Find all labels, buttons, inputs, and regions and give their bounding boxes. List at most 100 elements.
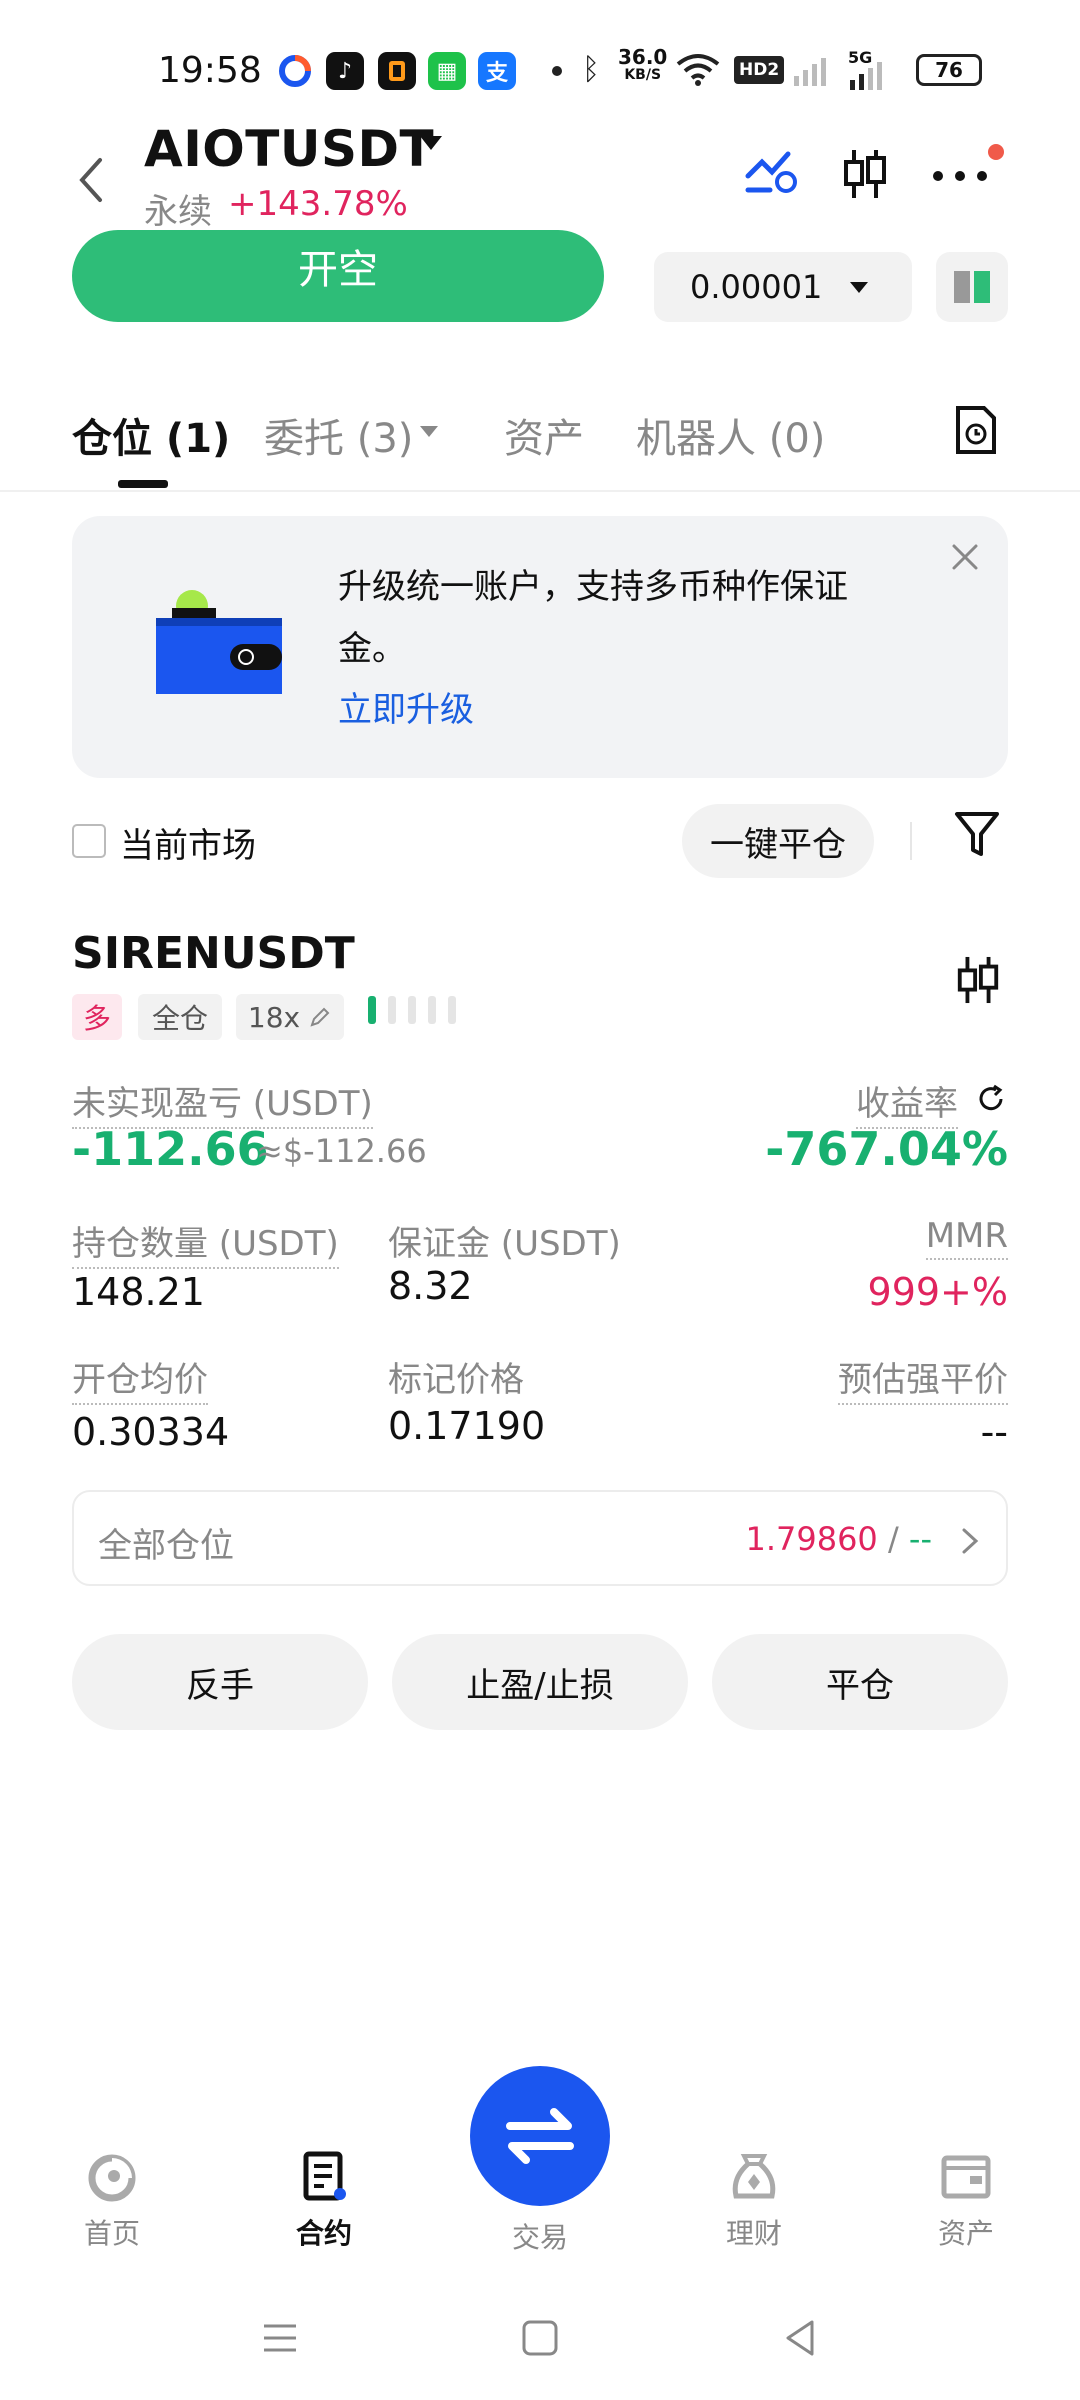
alipay-icon: 支 bbox=[478, 52, 516, 90]
filter-icon[interactable] bbox=[954, 810, 1000, 864]
contract-icon bbox=[303, 2151, 346, 2201]
all-positions-long: 1.79860 bbox=[745, 1520, 878, 1558]
margin-mode-badge: 全仓 bbox=[138, 994, 222, 1040]
price-step-caret-icon bbox=[850, 282, 868, 293]
edit-icon bbox=[310, 1007, 330, 1027]
layout-icon bbox=[954, 271, 990, 303]
leverage-badge[interactable]: 18x bbox=[236, 994, 344, 1040]
price-change: +143.78% bbox=[228, 184, 408, 224]
wallet-illustration-icon bbox=[154, 588, 284, 702]
mark-price-label: 标记价格 bbox=[388, 1360, 524, 1400]
finance-icon bbox=[732, 2154, 776, 2199]
chart-alert-icon[interactable] bbox=[744, 146, 800, 200]
all-positions-values: 1.79860 / -- bbox=[745, 1520, 932, 1558]
price-step-select[interactable]: 0.00001 bbox=[654, 252, 912, 322]
menu-icon[interactable] bbox=[258, 2316, 302, 2360]
upgrade-now-link[interactable]: 立即升级 bbox=[338, 682, 474, 731]
history-icon[interactable] bbox=[954, 404, 998, 460]
nav-finance-label: 理财 bbox=[725, 2217, 782, 2250]
back-triangle-icon[interactable] bbox=[778, 2316, 822, 2360]
tabs-divider bbox=[0, 490, 1080, 492]
swap-icon bbox=[506, 2108, 574, 2164]
refresh-icon[interactable] bbox=[974, 1082, 1008, 1120]
liquidation-price-label[interactable]: 预估强平价 bbox=[838, 1352, 1008, 1405]
hd-badge: HD2 bbox=[734, 56, 785, 84]
mark-price-value: 0.17190 bbox=[388, 1404, 546, 1448]
chevron-right-icon[interactable] bbox=[958, 1526, 982, 1556]
nav-trade[interactable]: 交易 bbox=[480, 2210, 600, 2256]
filter-divider bbox=[910, 822, 912, 860]
tab-orders-caret-icon[interactable] bbox=[420, 426, 438, 437]
current-market-label[interactable]: 当前市场 bbox=[120, 818, 256, 867]
nav-assets-label: 资产 bbox=[937, 2217, 994, 2250]
back-icon[interactable] bbox=[70, 150, 114, 210]
nav-assets[interactable]: 资产 bbox=[906, 2150, 1026, 2252]
entry-price-label[interactable]: 开仓均价 bbox=[72, 1352, 208, 1405]
price-step-value: 0.00001 bbox=[690, 268, 823, 306]
adl-bar-3 bbox=[408, 996, 416, 1024]
tab-bots[interactable]: 机器人 (0) bbox=[636, 406, 825, 464]
signal-icon-1 bbox=[792, 52, 832, 92]
home-square-icon[interactable] bbox=[518, 2316, 562, 2360]
net-speed-unit: KB/S bbox=[624, 67, 662, 83]
adl-bar-1 bbox=[368, 996, 376, 1024]
adl-bar-2 bbox=[388, 996, 396, 1024]
position-size-label[interactable]: 持仓数量 (USDT) bbox=[72, 1216, 339, 1269]
roe-value: -767.04% bbox=[765, 1122, 1008, 1176]
active-tab-indicator bbox=[118, 480, 168, 488]
nav-contract[interactable]: 合约 bbox=[264, 2150, 384, 2252]
mmr-value: 999+% bbox=[867, 1270, 1008, 1314]
entry-price-value: 0.30334 bbox=[72, 1410, 230, 1454]
close-all-button[interactable]: 一键平仓 bbox=[682, 804, 874, 878]
pair-title[interactable]: AIOTUSDT bbox=[144, 120, 434, 178]
wifi-icon bbox=[676, 52, 720, 90]
layout-toggle-button[interactable] bbox=[936, 252, 1008, 322]
open-short-button[interactable]: 开空 bbox=[72, 230, 604, 322]
margin-label: 保证金 (USDT) bbox=[388, 1224, 621, 1264]
tp-sl-button[interactable]: 止盈/止损 bbox=[392, 1634, 688, 1730]
bluetooth-icon: ᛒ bbox=[582, 52, 600, 87]
more-notification-dot bbox=[988, 144, 1004, 160]
reverse-button[interactable]: 反手 bbox=[72, 1634, 368, 1730]
app-icon-1 bbox=[276, 52, 314, 90]
adl-bar-5 bbox=[448, 996, 456, 1024]
battery-icon: 76 bbox=[916, 54, 982, 86]
battery-level: 76 bbox=[935, 58, 963, 82]
net-speed: 36.0 KB/S bbox=[618, 45, 668, 84]
notification-dot-icon bbox=[552, 66, 562, 76]
nav-trade-label: 交易 bbox=[511, 2221, 568, 2254]
unrealized-pnl-value: -112.66 bbox=[72, 1122, 269, 1176]
banner-text: 升级统一账户，支持多币种作保证金。 bbox=[338, 567, 848, 669]
close-icon[interactable] bbox=[948, 540, 982, 574]
close-position-button[interactable]: 平仓 bbox=[712, 1634, 1008, 1730]
status-time: 19:58 bbox=[158, 50, 262, 91]
app-icon-4: ▦ bbox=[428, 52, 466, 90]
all-positions-label: 全部仓位 bbox=[98, 1526, 234, 1566]
signal-icon-2 bbox=[848, 60, 892, 94]
candlestick-icon[interactable] bbox=[840, 146, 890, 206]
nav-finance[interactable]: 理财 bbox=[694, 2150, 814, 2252]
nav-home[interactable]: 首页 bbox=[52, 2150, 172, 2252]
position-symbol[interactable]: SIRENUSDT bbox=[72, 928, 355, 979]
all-positions-separator: / bbox=[887, 1520, 899, 1558]
margin-value: 8.32 bbox=[388, 1264, 473, 1308]
net-speed-value: 36.0 bbox=[618, 45, 668, 69]
mmr-label[interactable]: MMR bbox=[925, 1216, 1008, 1260]
tab-positions[interactable]: 仓位 (1) bbox=[72, 406, 230, 464]
pair-dropdown-icon[interactable] bbox=[420, 136, 442, 150]
more-icon[interactable] bbox=[930, 160, 990, 194]
position-size-value: 148.21 bbox=[72, 1270, 205, 1314]
tab-assets[interactable]: 资产 bbox=[504, 406, 584, 464]
current-market-checkbox[interactable] bbox=[72, 824, 106, 858]
tab-orders[interactable]: 委托 (3) bbox=[264, 406, 413, 464]
liquidation-price-value: -- bbox=[980, 1410, 1008, 1454]
side-badge: 多 bbox=[72, 994, 122, 1040]
position-chart-icon[interactable] bbox=[954, 952, 1002, 1012]
all-positions-short: -- bbox=[908, 1520, 932, 1558]
home-icon bbox=[88, 2154, 136, 2202]
leverage-value: 18x bbox=[247, 1000, 301, 1034]
tiktok-icon: ♪ bbox=[326, 52, 364, 90]
trade-button[interactable] bbox=[470, 2066, 610, 2206]
app-icon-3 bbox=[378, 52, 416, 90]
adl-bar-4 bbox=[428, 996, 436, 1024]
